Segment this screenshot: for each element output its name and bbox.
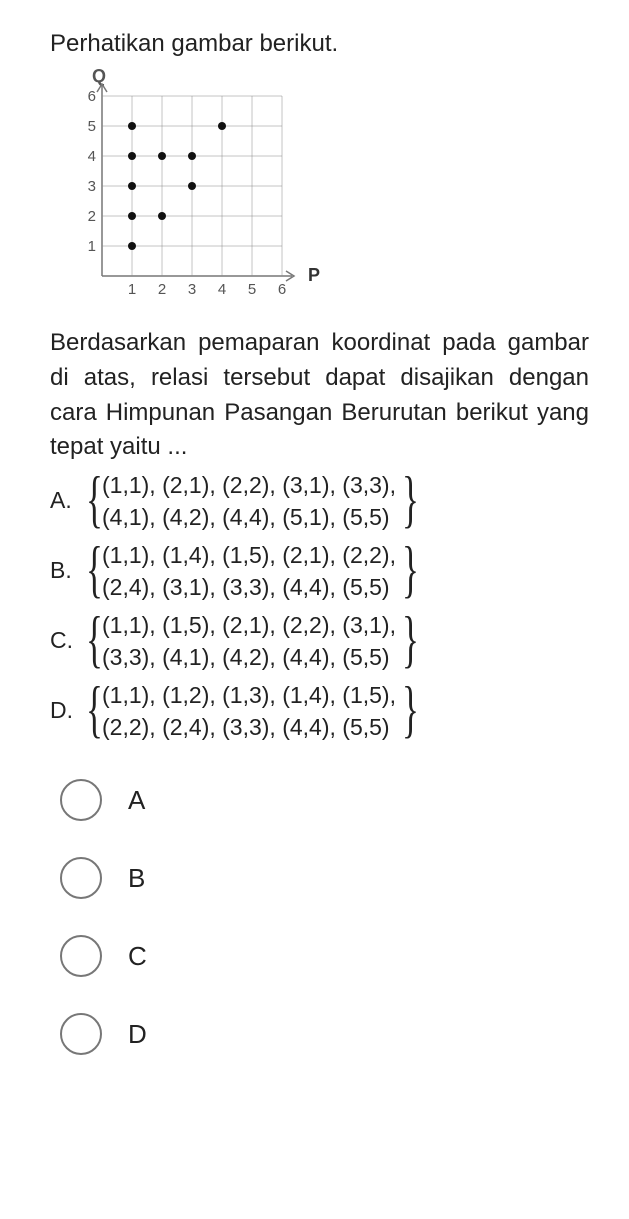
- radio-icon: [60, 935, 102, 977]
- radio-icon: [60, 857, 102, 899]
- svg-text:6: 6: [278, 281, 286, 298]
- x-ticks: 1 2 3 4 5 6: [128, 281, 286, 298]
- brace-icon: }: [402, 677, 412, 745]
- brace-icon: {: [86, 607, 96, 675]
- svg-text:1: 1: [88, 238, 96, 255]
- radio-icon: [60, 1013, 102, 1055]
- svg-text:2: 2: [88, 208, 96, 225]
- answer-choices: A B C D: [50, 779, 589, 1055]
- answer-label: B: [128, 863, 145, 894]
- scatter-chart: Q 1 2 3 4 5: [62, 66, 322, 316]
- radio-icon: [60, 779, 102, 821]
- y-axis-label: Q: [92, 66, 106, 86]
- question-text: Berdasarkan pemaparan koordinat pada gam…: [50, 326, 589, 465]
- answer-label: D: [128, 1019, 147, 1050]
- brace-icon: }: [402, 607, 412, 675]
- brace-icon: }: [402, 467, 412, 535]
- svg-text:5: 5: [88, 118, 96, 135]
- option-line: (3,3), (4,1), (4,2), (4,4), (5,5): [102, 641, 396, 673]
- option-a: A. { (1,1), (2,1), (2,2), (3,1), (3,3), …: [50, 467, 589, 535]
- intro-text: Perhatikan gambar berikut.: [50, 30, 589, 58]
- brace-icon: {: [86, 537, 96, 605]
- answer-option-a[interactable]: A: [60, 779, 589, 821]
- option-b: B. { (1,1), (1,4), (1,5), (2,1), (2,2), …: [50, 537, 589, 605]
- brace-icon: {: [86, 467, 96, 535]
- brace-icon: }: [402, 537, 412, 605]
- svg-text:1: 1: [128, 281, 136, 298]
- option-c: C. { (1,1), (1,5), (2,1), (2,2), (3,1), …: [50, 607, 589, 675]
- brace-icon: {: [86, 677, 96, 745]
- option-line: (1,1), (1,2), (1,3), (1,4), (1,5),: [102, 679, 396, 711]
- answer-option-c[interactable]: C: [60, 935, 589, 977]
- option-letter: A.: [50, 467, 88, 517]
- coordinate-chart: Q 1 2 3 4 5: [62, 66, 589, 316]
- answer-label: C: [128, 941, 147, 972]
- svg-text:6: 6: [88, 88, 96, 105]
- option-line: (1,1), (2,1), (2,2), (3,1), (3,3),: [102, 469, 396, 501]
- option-letter: B.: [50, 537, 88, 587]
- option-line: (2,2), (2,4), (3,3), (4,4), (5,5): [102, 711, 396, 743]
- svg-text:3: 3: [88, 178, 96, 195]
- svg-text:4: 4: [218, 281, 226, 298]
- y-ticks: 1 2 3 4 5 6: [88, 88, 96, 255]
- option-letter: C.: [50, 607, 88, 657]
- answer-option-b[interactable]: B: [60, 857, 589, 899]
- svg-text:5: 5: [248, 281, 256, 298]
- option-d: D. { (1,1), (1,2), (1,3), (1,4), (1,5), …: [50, 677, 589, 745]
- x-axis-label: P: [308, 265, 320, 285]
- svg-text:3: 3: [188, 281, 196, 298]
- option-line: (2,4), (3,1), (3,3), (4,4), (5,5): [102, 571, 396, 603]
- option-line: (1,1), (1,4), (1,5), (2,1), (2,2),: [102, 539, 396, 571]
- svg-text:4: 4: [88, 148, 96, 165]
- answer-label: A: [128, 785, 145, 816]
- option-letter: D.: [50, 677, 88, 727]
- axes: [97, 84, 294, 281]
- option-line: (4,1), (4,2), (4,4), (5,1), (5,5): [102, 501, 396, 533]
- option-line: (1,1), (1,5), (2,1), (2,2), (3,1),: [102, 609, 396, 641]
- answer-option-d[interactable]: D: [60, 1013, 589, 1055]
- svg-text:2: 2: [158, 281, 166, 298]
